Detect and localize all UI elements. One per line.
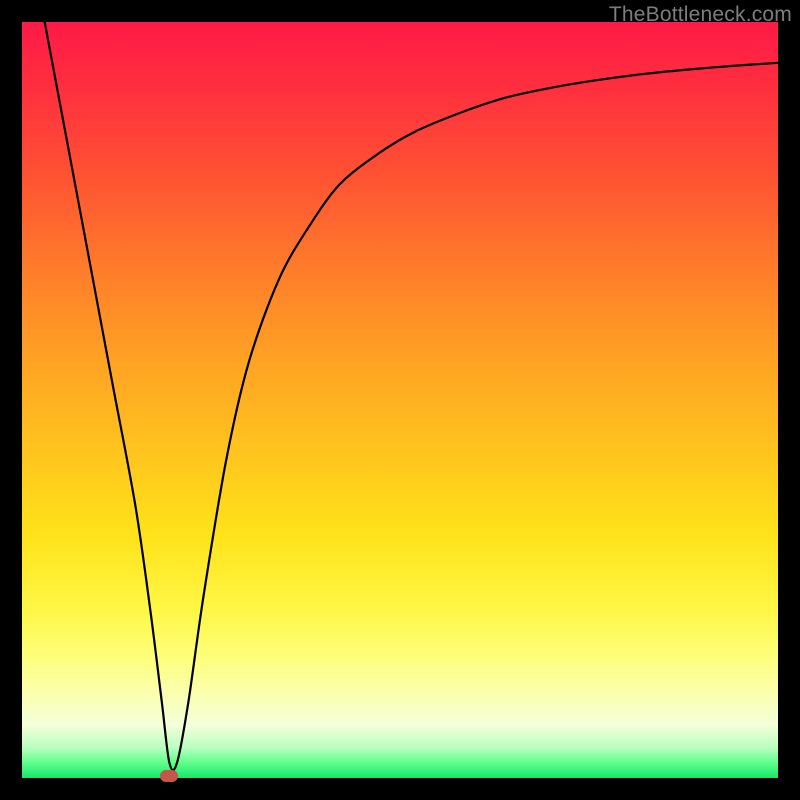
watermark-text: TheBottleneck.com [609, 3, 792, 27]
marker-dot [160, 770, 178, 782]
bottleneck-curve [22, 22, 778, 778]
chart-frame [22, 22, 778, 778]
